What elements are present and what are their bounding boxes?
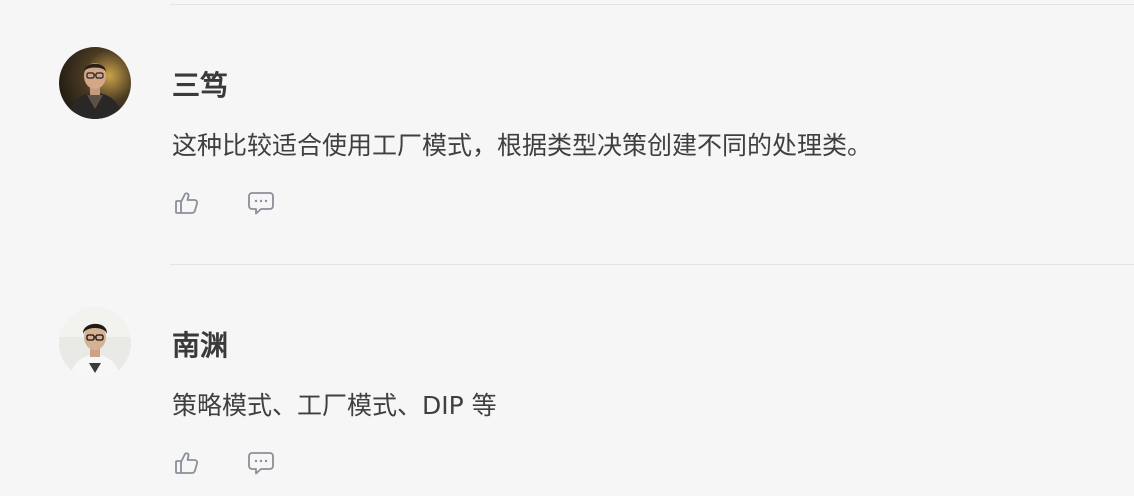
comment-divider (170, 264, 1134, 265)
comment-actions (172, 448, 276, 478)
comment-author: 三笃 (172, 69, 229, 102)
comment-text: 这种比较适合使用工厂模式，根据类型决策创建不同的处理类。 (172, 131, 873, 160)
comment-text: 策略模式、工厂模式、DIP 等 (172, 391, 497, 420)
reply-button[interactable] (246, 188, 276, 218)
comment-actions (172, 188, 276, 218)
reply-button[interactable] (246, 448, 276, 478)
avatar[interactable] (59, 47, 131, 119)
thumbs-up-icon (173, 449, 201, 477)
like-button[interactable] (172, 448, 202, 478)
avatar[interactable] (59, 307, 131, 379)
comment-author: 南渊 (172, 329, 229, 362)
thumbs-up-icon (173, 189, 201, 217)
comment-bubble-icon (247, 189, 275, 217)
comment-divider (170, 4, 1134, 5)
like-button[interactable] (172, 188, 202, 218)
comment-bubble-icon (247, 449, 275, 477)
